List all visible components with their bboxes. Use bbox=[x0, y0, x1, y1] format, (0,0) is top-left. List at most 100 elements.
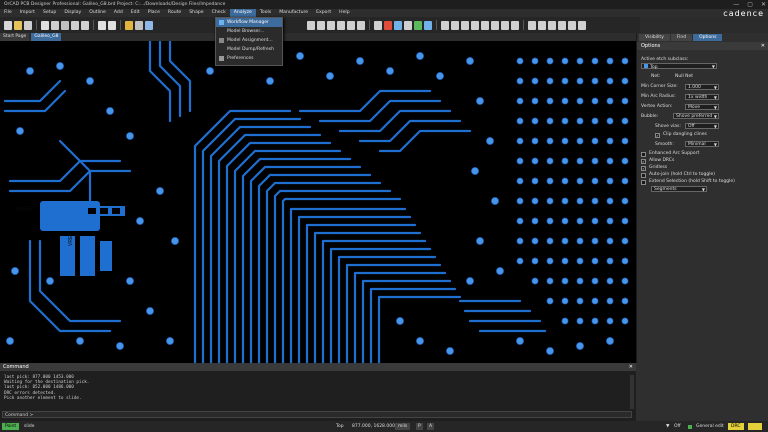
command-scrollbar[interactable] bbox=[630, 375, 634, 409]
blank-icon bbox=[219, 29, 224, 34]
etch-subclass-select[interactable]: Top ▼ bbox=[641, 63, 717, 70]
zoom-previous-icon[interactable] bbox=[347, 20, 355, 30]
menu-analyze[interactable]: Analyze bbox=[229, 9, 256, 17]
segments-select[interactable]: Segments ▼ bbox=[651, 186, 707, 192]
route-icon[interactable] bbox=[145, 20, 153, 30]
tab-visibility[interactable]: Visibility bbox=[639, 34, 670, 41]
menu-place[interactable]: Place bbox=[144, 9, 164, 17]
menu-outline[interactable]: Outline bbox=[85, 9, 110, 17]
markers-icon[interactable] bbox=[471, 20, 479, 30]
cadence-logo: cadence bbox=[723, 9, 764, 18]
menu-import[interactable]: Import bbox=[16, 9, 39, 17]
close-icon[interactable]: ✕ bbox=[761, 43, 765, 49]
menuitem-preferences[interactable]: Preferences bbox=[216, 54, 282, 63]
minimize-button[interactable]: — bbox=[733, 0, 739, 9]
delete-icon[interactable] bbox=[61, 20, 69, 30]
bubble-select[interactable]: Shove preferred ▼ bbox=[673, 113, 719, 119]
layer-icon[interactable] bbox=[424, 20, 432, 30]
menuitem-model-assignment[interactable]: Model Assignment... bbox=[216, 36, 282, 45]
auto-join-checkbox[interactable] bbox=[641, 173, 646, 178]
gridless-checkbox[interactable]: ✓ bbox=[641, 166, 646, 171]
copy-icon[interactable] bbox=[51, 20, 59, 30]
3d-view-icon[interactable] bbox=[374, 20, 382, 30]
redo-icon[interactable] bbox=[81, 20, 89, 30]
report-icon[interactable] bbox=[578, 20, 586, 30]
color-icon[interactable] bbox=[384, 20, 392, 30]
drc-badge[interactable]: DRC bbox=[728, 423, 744, 430]
shadow-icon[interactable] bbox=[394, 20, 402, 30]
clip-dangling-checkbox[interactable]: ✓ bbox=[655, 133, 660, 138]
menu-tools[interactable]: Tools bbox=[256, 9, 275, 17]
zoom-fit-icon[interactable] bbox=[307, 20, 315, 30]
menu-setup[interactable]: Setup bbox=[39, 9, 60, 17]
menu-shape[interactable]: Shape bbox=[185, 9, 207, 17]
menu-manufacture[interactable]: Manufacture bbox=[275, 9, 312, 17]
min-arc-select[interactable]: 1x width ▼ bbox=[685, 94, 719, 100]
menu-edit[interactable]: Edit bbox=[127, 9, 144, 17]
analyze-dropdown-menu: Workflow Manager Model Browser... Model … bbox=[215, 17, 283, 66]
constraint-icon[interactable] bbox=[558, 20, 566, 30]
menuitem-model-browser[interactable]: Model Browser... bbox=[216, 27, 282, 36]
vertex-action-select[interactable]: Move ▼ bbox=[685, 104, 719, 110]
undo-icon[interactable] bbox=[71, 20, 79, 30]
tab-options[interactable]: Options bbox=[693, 34, 723, 41]
min-corner-select[interactable]: 1.000 ▼ bbox=[685, 84, 719, 90]
drc-icon[interactable] bbox=[451, 20, 459, 30]
visibility-icon[interactable] bbox=[441, 20, 449, 30]
via-icon[interactable] bbox=[481, 20, 489, 30]
tab-start-page[interactable]: Start Page bbox=[0, 33, 30, 41]
menu-file[interactable]: File bbox=[0, 9, 16, 17]
open-folder-icon[interactable] bbox=[14, 20, 22, 30]
maximize-button[interactable]: ▢ bbox=[747, 0, 753, 9]
menuitem-workflow-manager[interactable]: Workflow Manager bbox=[216, 18, 282, 27]
close-button[interactable]: ✕ bbox=[761, 0, 766, 9]
units-button[interactable]: mils bbox=[395, 423, 411, 430]
a-button[interactable]: A bbox=[427, 423, 435, 430]
status-bar: Point slide Top 877.000, 1628.000 mils P… bbox=[0, 421, 768, 432]
options-panel: Visibility Find Options Options ✕ Active… bbox=[636, 33, 768, 363]
pcb-canvas[interactable]: VREF VREF bbox=[0, 41, 636, 363]
zoom-in-icon[interactable] bbox=[317, 20, 325, 30]
measure-icon[interactable] bbox=[461, 20, 469, 30]
grid-icon[interactable] bbox=[528, 20, 536, 30]
enhanced-arc-checkbox[interactable] bbox=[641, 152, 646, 157]
menu-display[interactable]: Display bbox=[60, 9, 85, 17]
shape-fill-icon[interactable] bbox=[414, 20, 422, 30]
menu-help[interactable]: Help bbox=[335, 9, 353, 17]
slide-icon[interactable] bbox=[135, 20, 143, 30]
bus-icon[interactable] bbox=[538, 20, 546, 30]
add-connect-icon[interactable] bbox=[125, 20, 133, 30]
settings-icon[interactable] bbox=[511, 20, 519, 30]
command-input[interactable]: Command > bbox=[2, 411, 632, 418]
redraw-icon[interactable] bbox=[357, 20, 365, 30]
analysis-icon[interactable] bbox=[568, 20, 576, 30]
allow-drc-checkbox[interactable]: ✓ bbox=[641, 159, 646, 164]
zoom-world-icon[interactable] bbox=[337, 20, 345, 30]
move-icon[interactable] bbox=[41, 20, 49, 30]
smooth-select[interactable]: Minimal ▼ bbox=[685, 141, 719, 147]
chevron-down-icon: ▼ bbox=[711, 64, 715, 69]
zoom-out-icon[interactable] bbox=[327, 20, 335, 30]
stackup-icon[interactable] bbox=[404, 20, 412, 30]
close-icon[interactable]: ✕ bbox=[629, 364, 633, 370]
tab-find[interactable]: Find bbox=[670, 34, 693, 41]
extend-selection-checkbox[interactable] bbox=[641, 180, 646, 185]
menu-route[interactable]: Route bbox=[164, 9, 185, 17]
p-button[interactable]: P bbox=[416, 423, 423, 430]
menu-add[interactable]: Add bbox=[110, 9, 127, 17]
shove-vias-select[interactable]: Off ▼ bbox=[685, 123, 719, 129]
save-icon[interactable] bbox=[24, 20, 32, 30]
pin-icon[interactable] bbox=[98, 20, 106, 30]
menu-check[interactable]: Check bbox=[208, 9, 230, 17]
status-layer: Top bbox=[336, 424, 344, 429]
menuitem-model-dump[interactable]: Model Dump/Refresh bbox=[216, 45, 282, 54]
options-panel-footer bbox=[636, 363, 768, 421]
new-file-icon[interactable] bbox=[4, 20, 12, 30]
tab-galileo[interactable]: Galileo_G8 bbox=[31, 33, 62, 41]
filter-icon[interactable]: ▼ bbox=[666, 423, 669, 430]
array-icon[interactable] bbox=[548, 20, 556, 30]
glossing-icon[interactable] bbox=[501, 20, 509, 30]
spread-icon[interactable] bbox=[491, 20, 499, 30]
probe-icon[interactable] bbox=[108, 20, 116, 30]
menu-export[interactable]: Export bbox=[312, 9, 335, 17]
